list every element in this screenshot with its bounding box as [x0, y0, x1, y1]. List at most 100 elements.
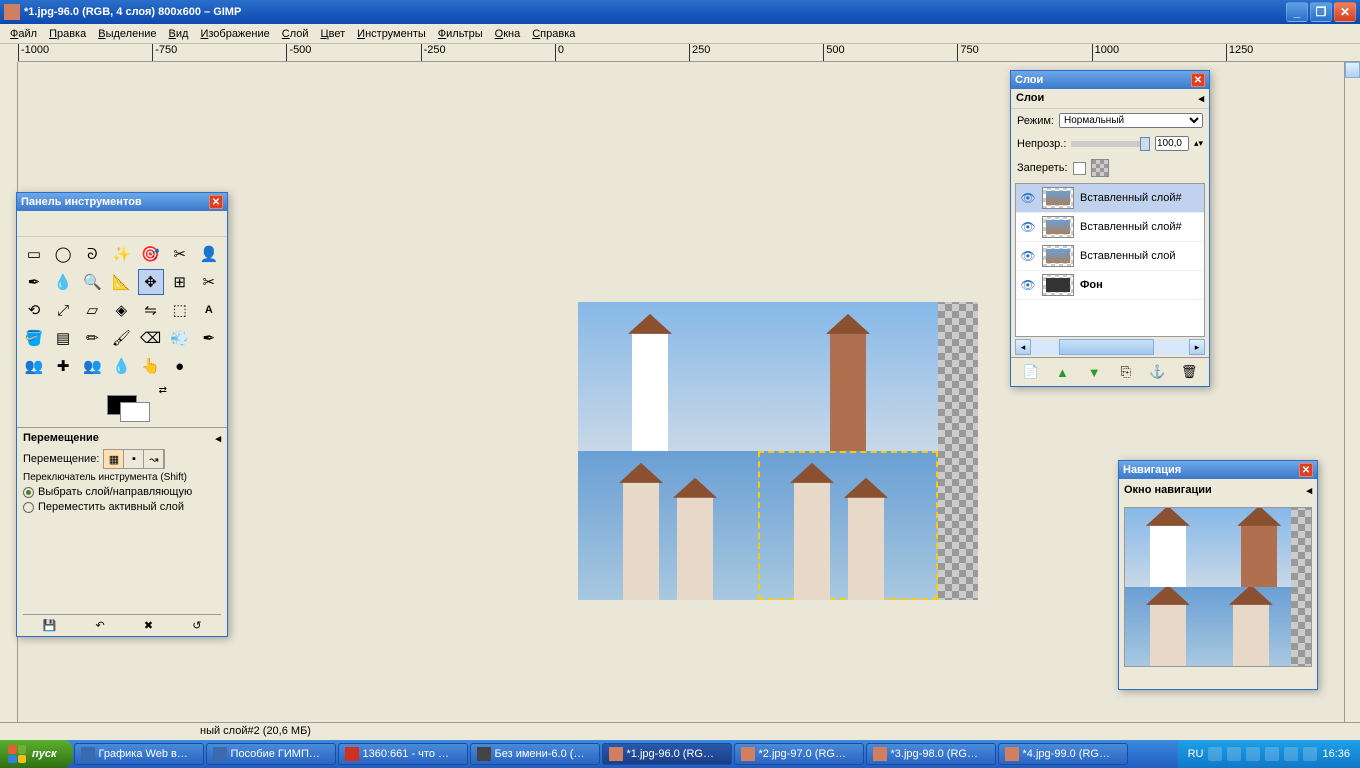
reset-icon[interactable]: ↺ [192, 619, 201, 632]
save-icon[interactable]: 💾 [43, 619, 57, 632]
lang-indicator[interactable]: RU [1188, 748, 1204, 760]
clock[interactable]: 16:36 [1322, 748, 1350, 760]
menu-tools[interactable]: Инструменты [351, 26, 432, 42]
zoom-tool[interactable]: 🔍 [79, 269, 105, 295]
flip-tool[interactable]: ⇋ [138, 297, 164, 323]
menu-file[interactable]: Файл [4, 26, 43, 42]
mode-select[interactable]: Нормальный [1059, 113, 1203, 128]
menu-color[interactable]: Цвет [315, 26, 352, 42]
task-item[interactable]: 1360:661 - что … [338, 743, 468, 765]
layer-hscroll[interactable]: ◂▸ [1015, 339, 1205, 355]
eraser-tool[interactable]: ⌫ [138, 325, 164, 351]
measure-tool[interactable]: 📐 [108, 269, 134, 295]
selected-layer[interactable] [758, 451, 938, 600]
paths-tool[interactable]: ✒ [21, 269, 47, 295]
close-button[interactable]: ✕ [1334, 2, 1356, 22]
revert-icon[interactable]: ↶ [95, 619, 104, 632]
menu-select[interactable]: Выделение [92, 26, 162, 42]
delete-layer-icon[interactable]: 🗑 [1179, 362, 1199, 382]
rotate-tool[interactable]: ⟲ [21, 297, 47, 323]
eye-icon[interactable]: 👁 [1020, 221, 1036, 233]
align-tool[interactable]: ⊞ [167, 269, 193, 295]
close-icon[interactable]: ✕ [1191, 73, 1205, 87]
tray-icon[interactable] [1284, 747, 1298, 761]
task-item[interactable]: Графика Web в… [74, 743, 204, 765]
menu-image[interactable]: Изображение [194, 26, 275, 42]
eye-icon[interactable]: 👁 [1020, 279, 1036, 291]
color-picker-tool[interactable]: 💧 [50, 269, 76, 295]
tray-icon[interactable] [1208, 747, 1222, 761]
opacity-input[interactable] [1155, 136, 1189, 151]
toolbox-panel[interactable]: Панель инструментов ✕ ▭ ◯ ᘐ ✨ 🎯 ✂ 👤 ✒ 💧 … [16, 192, 228, 637]
system-tray[interactable]: RU 16:36 [1178, 740, 1360, 768]
rect-select-tool[interactable]: ▭ [21, 241, 47, 267]
close-icon[interactable]: ✕ [209, 195, 223, 209]
menu-windows[interactable]: Окна [489, 26, 527, 42]
perspective-tool[interactable]: ◈ [108, 297, 134, 323]
perspective-clone-tool[interactable]: 👥 [79, 353, 105, 379]
menu-view[interactable]: Вид [163, 26, 195, 42]
move-mode-buttons[interactable]: ▦▪↝ [103, 449, 165, 469]
heal-tool[interactable]: ✚ [50, 353, 76, 379]
radio-move-active[interactable] [23, 502, 34, 513]
radio-pick-layer[interactable] [23, 487, 34, 498]
maximize-button[interactable]: ❐ [1310, 2, 1332, 22]
cage-tool[interactable]: ⬚ [167, 297, 193, 323]
smudge-tool[interactable]: 👆 [138, 353, 164, 379]
menu-layer[interactable]: Слой [276, 26, 315, 42]
gradient-tool[interactable]: ▤ [50, 325, 76, 351]
lasso-tool[interactable]: ᘐ [79, 241, 105, 267]
task-item[interactable]: Без имени-6.0 (… [470, 743, 600, 765]
menu-edit[interactable]: Правка [43, 26, 92, 42]
layer-item[interactable]: 👁Вставленный слой# [1016, 184, 1204, 213]
brush-tool[interactable]: 🖌 [108, 325, 134, 351]
start-button[interactable]: пуск [0, 740, 73, 768]
collapse-icon[interactable]: ◂ [215, 432, 221, 445]
opacity-slider[interactable] [1071, 141, 1150, 147]
bucket-tool[interactable]: 🪣 [21, 325, 47, 351]
toolbox-title[interactable]: Панель инструментов [21, 196, 209, 208]
delete-icon[interactable]: ✖ [144, 619, 153, 632]
blur-tool[interactable]: 💧 [108, 353, 134, 379]
menu-filters[interactable]: Фильтры [432, 26, 489, 42]
eye-icon[interactable]: 👁 [1020, 192, 1036, 204]
text-tool[interactable]: A [196, 297, 222, 323]
pencil-tool[interactable]: ✏ [79, 325, 105, 351]
layer-list[interactable]: 👁Вставленный слой# 👁Вставленный слой# 👁В… [1015, 183, 1205, 337]
scale-tool[interactable]: ⤢ [50, 297, 76, 323]
tray-icon[interactable] [1246, 747, 1260, 761]
layers-panel[interactable]: Слои ✕ Слои◂ Режим: Нормальный Непрозр.:… [1010, 70, 1210, 387]
task-item[interactable]: *2.jpg-97.0 (RG… [734, 743, 864, 765]
lock-alpha[interactable] [1091, 159, 1109, 177]
close-icon[interactable]: ✕ [1299, 463, 1313, 477]
color-selector[interactable]: ⇄ [17, 383, 227, 427]
shear-tool[interactable]: ▱ [79, 297, 105, 323]
navigation-panel[interactable]: Навигация ✕ Окно навигации◂ [1118, 460, 1318, 690]
ink-tool[interactable]: ✒ [196, 325, 222, 351]
task-item[interactable]: Пособие ГИМП… [206, 743, 336, 765]
working-image[interactable] [578, 302, 978, 600]
minimize-button[interactable]: _ [1286, 2, 1308, 22]
ellipse-select-tool[interactable]: ◯ [50, 241, 76, 267]
task-item[interactable]: *1.jpg-96.0 (RG… [602, 743, 732, 765]
color-select-tool[interactable]: 🎯 [138, 241, 164, 267]
layer-item[interactable]: 👁Вставленный слой [1016, 242, 1204, 271]
collapse-icon[interactable]: ◂ [1306, 484, 1312, 497]
duplicate-layer-icon[interactable]: ⎘ [1116, 362, 1136, 382]
layer-item[interactable]: 👁Фон [1016, 271, 1204, 300]
tray-icon[interactable] [1303, 747, 1317, 761]
task-item[interactable]: *3.jpg-98.0 (RG… [866, 743, 996, 765]
raise-layer-icon[interactable]: ▲ [1052, 362, 1072, 382]
layer-item[interactable]: 👁Вставленный слой# [1016, 213, 1204, 242]
task-item[interactable]: *4.jpg-99.0 (RG… [998, 743, 1128, 765]
new-layer-icon[interactable]: 📄 [1021, 362, 1041, 382]
anchor-layer-icon[interactable]: ⚓ [1147, 362, 1167, 382]
tray-icon[interactable] [1227, 747, 1241, 761]
eye-icon[interactable]: 👁 [1020, 250, 1036, 262]
tray-icon[interactable] [1265, 747, 1279, 761]
vertical-scrollbar[interactable] [1344, 62, 1360, 740]
dodge-tool[interactable]: ● [167, 353, 193, 379]
scissors-tool[interactable]: ✂ [167, 241, 193, 267]
menu-icon[interactable]: ◂ [1198, 92, 1204, 105]
wand-tool[interactable]: ✨ [108, 241, 134, 267]
